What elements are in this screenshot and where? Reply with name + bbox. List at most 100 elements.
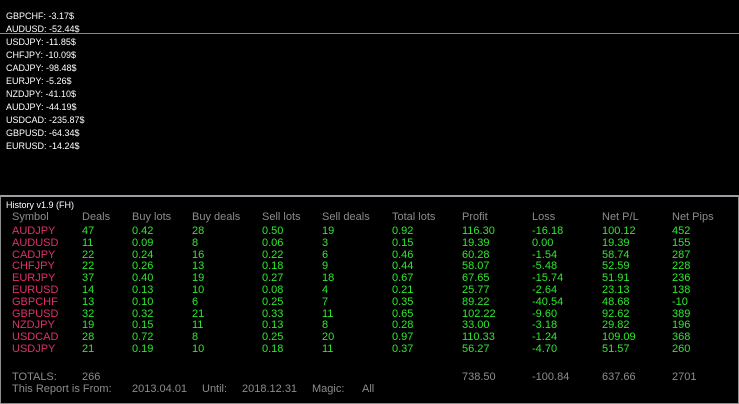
header-buy-deals: Buy deals [192,211,241,223]
header-buy-lots: Buy lots [132,211,172,223]
cell-deals: 47 [82,225,95,237]
cell-loss: -1.54 [532,248,558,261]
header-symbol: Symbol [12,211,49,223]
symbol-pl-line: AUDJPY: -44.19$ [6,102,77,112]
header-sell-deals: Sell deals [322,211,370,223]
symbol-pl-line: AUDUSD: -52.44$ [6,24,80,34]
cell-sell-deals: 8 [322,319,329,332]
header-sell-lots: Sell lots [262,211,301,223]
cell-buy-deals: 8 [192,331,199,344]
cell-sell-deals: 9 [322,260,329,273]
cell-symbol: GBPCHF [12,295,58,308]
symbol-pl-list: GBPCHF: -3.17$ AUDUSD: -52.44$ USDJPY: -… [6,10,85,153]
cell-symbol: AUDJPY [12,225,56,237]
cell-deals: 22 [82,260,95,273]
cell-symbol: USDCAD [12,331,59,344]
cell-sell-lots: 0.18 [262,260,284,273]
cell-symbol: CADJPY [12,248,56,261]
cell-loss: -3.18 [532,319,558,332]
symbol-pl-line: EURUSD: -14.24$ [6,141,80,151]
cell-deals: 14 [82,284,95,296]
symbol-pl-line: GBPCHF: -3.17$ [6,11,75,21]
cell-net-pl: 109.09 [602,331,636,344]
cell-profit: 67.65 [462,272,490,285]
cell-net-pips: 368 [672,331,691,344]
cell-profit: 25.77 [462,284,490,296]
cell-profit: 33.00 [462,319,490,332]
header-net-pl: Net P/L [602,211,639,223]
cell-loss: -2.64 [532,284,558,296]
cell-total-lots: 0.67 [392,272,414,285]
cell-net-pl: 48.68 [602,295,630,308]
panel-title: History v1.9 (FH) [6,200,75,210]
cell-net-pips: 196 [672,319,691,332]
cell-buy-lots: 0.40 [132,272,154,285]
cell-buy-lots: 0.19 [132,343,154,355]
cell-net-pips: 260 [672,343,691,355]
header-profit: Profit [462,211,488,223]
cell-net-pl: 19.39 [602,236,630,249]
cell-buy-deals: 16 [192,248,205,261]
symbol-pl-line: GBPUSD: -64.34$ [6,128,80,138]
cell-buy-lots: 0.42 [132,225,154,237]
cell-sell-lots: 0.25 [262,295,284,308]
cell-profit: 19.39 [462,236,490,249]
cell-net-pl: 52.59 [602,260,630,273]
cell-net-pips: -10 [672,295,688,308]
header-deals: Deals [82,211,111,223]
cell-sell-deals: 7 [322,295,329,308]
cell-buy-lots: 0.26 [132,260,154,273]
cell-buy-deals: 21 [192,307,205,320]
cell-buy-deals: 8 [192,236,199,249]
cell-loss: -40.54 [532,295,564,308]
cell-sell-deals: 18 [322,272,335,285]
cell-buy-lots: 0.13 [132,284,154,296]
cell-sell-deals: 11 [322,343,334,355]
cell-net-pl: 23.13 [602,284,630,296]
cell-loss: -5.48 [532,260,558,273]
cell-net-pl: 51.57 [602,343,630,355]
cell-deals: 21 [82,343,95,355]
cell-sell-deals: 20 [322,331,335,344]
totals-profit: 738.50 [462,371,496,383]
price-line [0,33,739,34]
symbol-pl-line: CADJPY: -98.48$ [6,63,77,73]
cell-sell-deals: 11 [322,307,334,320]
cell-symbol: AUDUSD [12,236,59,249]
cell-sell-lots: 0.06 [262,236,284,249]
cell-sell-lots: 0.18 [262,343,284,355]
cell-deals: 32 [82,307,95,320]
report-magic-value: All [362,383,375,395]
cell-total-lots: 0.28 [392,319,414,332]
cell-sell-deals: 3 [322,236,329,249]
cell-deals: 22 [82,248,95,261]
cell-net-pl: 92.62 [602,307,630,320]
report-until-date: 2018.12.31 [242,383,298,395]
cell-loss: 0.00 [532,236,554,249]
cell-total-lots: 0.35 [392,295,414,308]
header-loss: Loss [532,211,556,223]
totals-pips: 2701 [672,371,697,383]
cell-total-lots: 0.21 [392,284,414,296]
cell-loss: -4.70 [532,343,558,355]
cell-buy-deals: 10 [192,343,205,355]
chart-area[interactable]: GBPCHF: -3.17$ AUDUSD: -52.44$ USDJPY: -… [0,0,739,195]
cell-buy-deals: 19 [192,272,205,285]
cell-buy-lots: 0.15 [132,319,154,332]
cell-loss: -16.18 [532,225,564,237]
cell-net-pips: 228 [672,260,691,273]
cell-symbol: EURJPY [12,272,56,285]
cell-net-pips: 389 [672,307,691,320]
cell-buy-deals: 13 [192,260,205,273]
cell-buy-deals: 10 [192,284,205,296]
totals-deals: 266 [82,371,101,383]
cell-total-lots: 0.92 [392,225,414,237]
symbol-pl-line: USDJPY: -11.85$ [6,37,76,47]
cell-sell-deals: 4 [322,284,329,296]
cell-sell-lots: 0.13 [262,319,284,332]
cell-sell-lots: 0.33 [262,307,284,320]
cell-net-pips: 236 [672,272,691,285]
cell-loss: -15.74 [532,272,564,285]
report-until-label: Until: [202,383,228,395]
totals-label: TOTALS: [12,371,57,383]
